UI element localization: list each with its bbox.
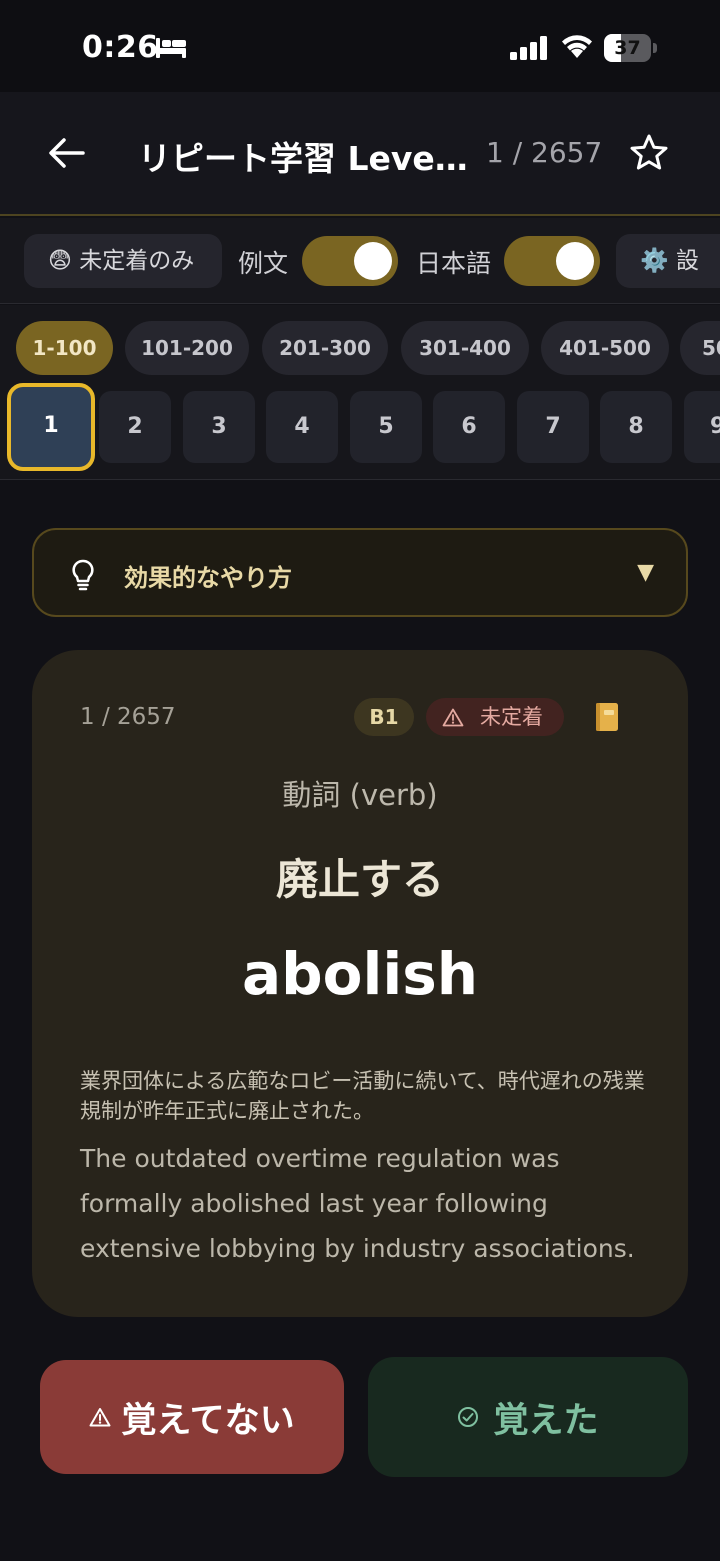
remembered-label: 覚えた xyxy=(493,1400,599,1441)
star-icon[interactable] xyxy=(628,132,670,174)
word-number-7[interactable]: 7 xyxy=(517,391,589,463)
example-toggle-label: 例文 xyxy=(238,249,289,278)
example-sentence-japanese: 業界団体による広範なロビー活動に続いて、時代遅れの残業規制が昨年正式に廃止された… xyxy=(80,1069,645,1123)
word-number-5[interactable]: 5 xyxy=(350,391,422,463)
filter-row: 😨 未定着のみ 例文 日本語 ⚙️ 設 xyxy=(0,218,720,304)
card-count: 1 / 2657 xyxy=(80,704,176,730)
tips-accordion[interactable]: 効果的なやり方 ▼ xyxy=(32,528,688,617)
sleep-focus-icon xyxy=(156,38,186,58)
range-tab-1-100[interactable]: 1-100 xyxy=(16,321,113,375)
check-circle-icon xyxy=(458,1407,479,1427)
range-tab-301-400[interactable]: 301-400 xyxy=(401,321,529,375)
word-number-1[interactable]: 1 xyxy=(7,383,95,471)
back-arrow-icon[interactable] xyxy=(48,136,86,170)
japanese-toggle[interactable] xyxy=(504,236,600,286)
status-badge: 未定着 xyxy=(426,698,564,736)
lightbulb-icon xyxy=(72,559,94,591)
range-tab-201-300[interactable]: 201-300 xyxy=(262,321,388,375)
settings-button[interactable]: ⚙️ 設 xyxy=(616,234,720,288)
range-tab-401-500[interactable]: 401-500 xyxy=(541,321,669,375)
word-meaning: 廃止する xyxy=(275,855,444,904)
tips-label: 効果的なやり方 xyxy=(124,564,292,592)
progress-count: 1 / 2657 xyxy=(486,136,603,169)
word-number-6[interactable]: 6 xyxy=(433,391,505,463)
status-time: 0:26 xyxy=(82,30,159,65)
vocabulary-word: abolish xyxy=(241,940,479,1008)
battery-level: 37 xyxy=(614,37,641,59)
status-bar: 0:26 37 xyxy=(0,0,720,92)
app-header: リピート学習 Level 1 (B1) 1 / 2657 xyxy=(0,92,720,216)
word-card[interactable]: 1 / 2657 B1 未定着 動詞 (verb) 廃止する abolish 業… xyxy=(32,650,688,1317)
chevron-down-icon: ▼ xyxy=(637,560,654,585)
remembered-button[interactable]: 覚えた xyxy=(368,1357,688,1477)
cellular-signal-icon xyxy=(510,36,547,60)
status-label: 未定着 xyxy=(480,705,543,729)
word-number-2[interactable]: 2 xyxy=(99,391,171,463)
range-tab-101-200[interactable]: 101-200 xyxy=(125,321,249,375)
wifi-icon xyxy=(562,35,592,58)
level-badge: B1 xyxy=(354,698,414,736)
not-remembered-button[interactable]: 覚えてない xyxy=(40,1360,344,1474)
not-remembered-label: 覚えてない xyxy=(121,1400,295,1441)
notebook-icon[interactable] xyxy=(594,702,620,732)
example-toggle[interactable] xyxy=(302,236,398,286)
range-selector: 1-100 101-200 201-300 301-400 401-500 50… xyxy=(0,305,720,480)
word-number-3[interactable]: 3 xyxy=(183,391,255,463)
page-title: リピート学習 Level 1 (B1) xyxy=(138,139,468,178)
example-sentence-english: The outdated overtime regulation was for… xyxy=(80,1144,635,1263)
word-number-9[interactable]: 9 xyxy=(684,391,720,463)
range-tab-501-600[interactable]: 50 xyxy=(680,321,720,375)
word-number-8[interactable]: 8 xyxy=(600,391,672,463)
word-number-4[interactable]: 4 xyxy=(266,391,338,463)
unmastered-only-button[interactable]: 😨 未定着のみ xyxy=(24,234,222,288)
warning-icon xyxy=(89,1408,111,1427)
japanese-toggle-label: 日本語 xyxy=(416,249,492,278)
part-of-speech: 動詞 (verb) xyxy=(282,778,438,812)
battery-indicator: 37 xyxy=(604,34,657,62)
warning-icon xyxy=(442,708,464,727)
